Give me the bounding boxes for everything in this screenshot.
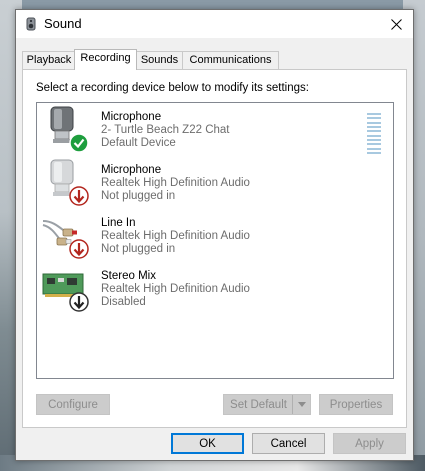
device-status: Default Device [101,137,176,149]
microphone-icon [50,159,89,206]
title-bar[interactable]: Sound [16,10,413,38]
recording-panel: Select a recording device below to modif… [22,69,407,428]
device-name: Line In [101,217,136,229]
chevron-down-icon [297,402,306,407]
configure-button[interactable]: Configure [36,394,110,415]
rca-cable-icon [42,220,89,259]
device-status: Not plugged in [101,243,176,255]
device-name: Stereo Mix [101,270,156,282]
tab-strip: Playback Recording Sounds Communications [22,49,402,70]
tab-recording[interactable]: Recording [74,49,137,70]
device-description: Realtek High Definition Audio [101,283,250,295]
ok-button[interactable]: OK [171,433,244,454]
device-name: Microphone [101,111,162,123]
speaker-icon [26,17,36,31]
device-status: Disabled [101,296,146,308]
device-description: Realtek High Definition Audio [101,177,250,189]
list-item[interactable]: Microphone Realtek High Definition Audio… [37,156,393,206]
cancel-button[interactable]: Cancel [252,433,325,454]
recording-device-list[interactable]: Microphone 2- Turtle Beach Z22 Chat Defa… [36,102,394,379]
close-button[interactable] [379,10,413,38]
set-default-dropdown[interactable] [292,395,310,414]
properties-button[interactable]: Properties [319,394,393,415]
list-item[interactable]: Line In Realtek High Definition Audio No… [37,209,393,259]
tab-sounds[interactable]: Sounds [135,51,184,69]
list-item[interactable]: Stereo Mix Realtek High Definition Audio… [37,262,393,312]
apply-button[interactable]: Apply [333,433,406,454]
green-checkmark-icon [69,133,89,153]
device-status: Not plugged in [101,190,176,202]
device-description: 2- Turtle Beach Z22 Chat [101,124,230,136]
tab-playback[interactable]: Playback [22,51,76,69]
sound-dialog: Sound Playback Recording Sounds Communic… [15,9,414,461]
set-default-button[interactable]: Set Default [223,394,311,415]
instruction-text: Select a recording device below to modif… [36,82,309,94]
sound-card-icon [42,273,89,312]
device-description: Realtek High Definition Audio [101,230,250,242]
set-default-label: Set Default [230,399,287,411]
microphone-icon [50,106,89,153]
level-meter [367,113,381,154]
window-title: Sound [44,16,82,31]
tab-communications[interactable]: Communications [182,51,279,69]
close-icon [390,18,402,30]
list-item[interactable]: Microphone 2- Turtle Beach Z22 Chat Defa… [37,103,393,154]
device-name: Microphone [101,164,162,176]
